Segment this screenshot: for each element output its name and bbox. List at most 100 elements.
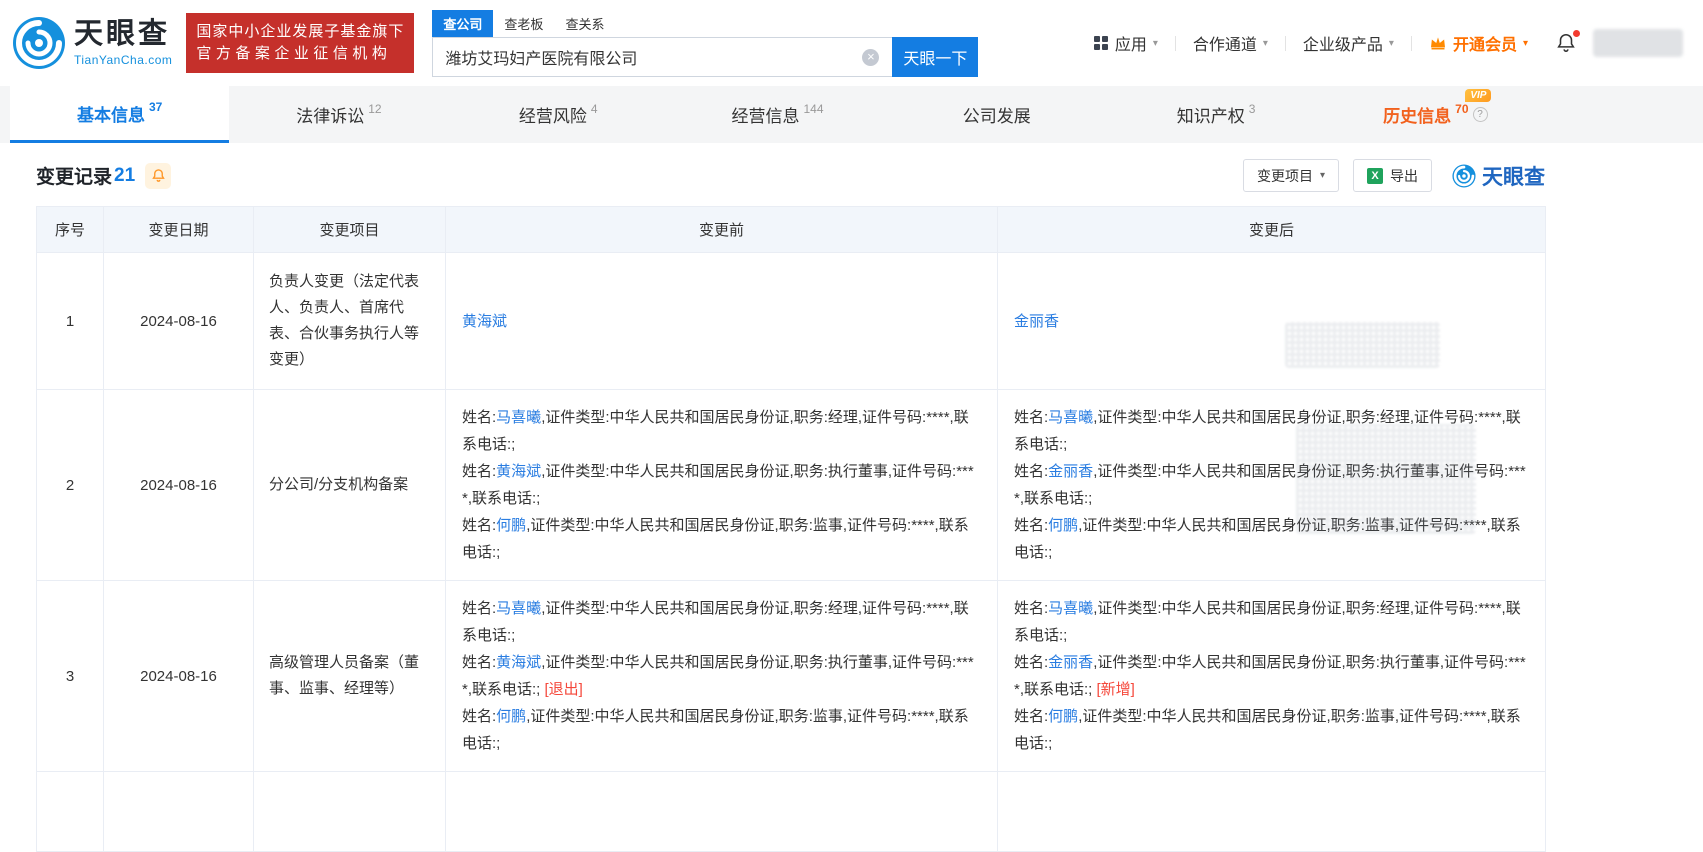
cell-date: 2024-08-16	[103, 252, 254, 390]
cell-date: 2024-08-16	[103, 580, 254, 772]
user-avatar[interactable]	[1593, 29, 1683, 57]
cell-no: 1	[36, 252, 104, 390]
person-record-line: 姓名:金丽香,证件类型:中华人民共和国居民身份证,职务:执行董事,证件号码:**…	[1014, 458, 1529, 512]
section-count: 21	[114, 164, 136, 186]
excel-icon: X	[1367, 167, 1383, 184]
notification-dot	[1573, 30, 1580, 37]
tab-intellectual-property[interactable]: 知识产权 3	[1106, 86, 1325, 143]
tab-count: 37	[148, 100, 163, 114]
change-status-tag: [新增]	[1096, 681, 1135, 698]
certification-badge-line2: 官方备案企业征信机构	[196, 45, 392, 62]
cell-before: 姓名:马喜曦,证件类型:中华人民共和国居民身份证,职务:经理,证件号码:****…	[445, 580, 998, 772]
person-link[interactable]: 金丽香	[1014, 313, 1059, 330]
clear-icon[interactable]: ×	[862, 48, 880, 66]
tab-business-info[interactable]: 经营信息 144	[668, 86, 887, 143]
tab-count: 70	[1455, 101, 1469, 116]
person-record-line: 姓名:黄海斌,证件类型:中华人民共和国居民身份证,职务:执行董事,证件号码:**…	[462, 649, 981, 703]
person-link[interactable]: 金丽香	[1048, 463, 1093, 480]
person-link[interactable]: 黄海斌	[496, 654, 541, 671]
search-tabs: 查公司 查老板 查关系	[432, 9, 978, 37]
person-record-line: 姓名:马喜曦,证件类型:中华人民共和国居民身份证,职务:经理,证件号码:****…	[462, 595, 981, 649]
notification-bell-icon[interactable]	[1555, 30, 1580, 54]
person-link[interactable]: 何鹏	[1048, 708, 1078, 725]
table-row: 2 2024-08-16 分公司/分支机构备案 姓名:马喜曦,证件类型:中华人民共和国…	[36, 389, 1546, 581]
change-record-table: 序号 变更日期 变更项目 变更前 变更后 1 2024-08-16 负责人变更（法定…	[36, 206, 1546, 852]
person-record-line: 金丽香	[1014, 308, 1529, 335]
cell-after: 姓名:马喜曦,证件类型:中华人民共和国居民身份证,职务:经理,证件号码:****…	[997, 389, 1546, 581]
cell-item: 分公司/分支机构备案	[253, 389, 446, 581]
person-record-line: 姓名:何鹏,证件类型:中华人民共和国居民身份证,职务:监事,证件号码:****,…	[462, 703, 981, 757]
person-link[interactable]: 金丽香	[1048, 654, 1093, 671]
nav-enterprise-products[interactable]: 企业级产品 ▾	[1286, 31, 1411, 55]
tianyancha-logo-icon	[13, 17, 65, 69]
change-table-body: 1 2024-08-16 负责人变更（法定代表人、负责人、首席代表、合伙事务执行人等…	[36, 252, 1546, 852]
chevron-down-icon: ▾	[1152, 37, 1158, 49]
chevron-down-icon: ▾	[1319, 170, 1325, 181]
search-input[interactable]	[432, 36, 893, 77]
person-link[interactable]: 何鹏	[1048, 517, 1078, 534]
col-header-no: 序号	[36, 206, 104, 253]
person-record-line: 姓名:马喜曦,证件类型:中华人民共和国居民身份证,职务:经理,证件号码:****…	[462, 404, 981, 458]
person-record-line: 姓名:何鹏,证件类型:中华人民共和国居民身份证,职务:监事,证件号码:****,…	[462, 512, 981, 566]
person-record-line: 姓名:何鹏,证件类型:中华人民共和国居民身份证,职务:监事,证件号码:****,…	[1014, 703, 1529, 757]
text-segment: 姓名:	[462, 463, 497, 480]
nav-open-vip[interactable]: 开通会员 ▾	[1412, 31, 1545, 55]
search-area: 查公司 查老板 查关系 × 天眼一下	[432, 9, 979, 77]
search-tab-relation[interactable]: 查关系	[554, 10, 615, 37]
person-link[interactable]: 黄海斌	[496, 463, 541, 480]
crown-icon	[1430, 37, 1445, 50]
col-header-after: 变更后	[997, 206, 1546, 253]
nav-apps[interactable]: 应用 ▾	[1076, 31, 1175, 55]
person-link[interactable]: 马喜曦	[1048, 409, 1093, 426]
subscribe-bell-icon[interactable]	[145, 162, 172, 189]
table-row-partial	[36, 771, 1546, 852]
text-segment: ,证件类型:中华人民共和国居民身份证,职务:监事,证件号码:****,联系电话:…	[1014, 708, 1521, 752]
apps-grid-icon	[1093, 36, 1108, 50]
person-link[interactable]: 何鹏	[496, 708, 526, 725]
change-item-filter-button[interactable]: 变更项目 ▾	[1242, 159, 1339, 192]
person-link[interactable]: 马喜曦	[496, 409, 541, 426]
site-header: 天眼查 TianYanCha.com 国家中小企业发展子基金旗下 官方备案企业征…	[0, 0, 1703, 86]
logo-domain-text: TianYanCha.com	[74, 52, 173, 67]
search-tab-boss[interactable]: 查老板	[493, 10, 554, 37]
text-segment: 姓名:	[1014, 708, 1049, 725]
text-segment: 姓名:	[462, 600, 497, 617]
person-record-line: 姓名:黄海斌,证件类型:中华人民共和国居民身份证,职务:执行董事,证件号码:**…	[462, 458, 981, 512]
cell-after: 姓名:马喜曦,证件类型:中华人民共和国居民身份证,职务:经理,证件号码:****…	[997, 580, 1546, 772]
text-segment: ,证件类型:中华人民共和国居民身份证,职务:监事,证件号码:****,联系电话:…	[1014, 517, 1521, 561]
tab-company-development[interactable]: 公司发展	[887, 86, 1106, 143]
cell-item: 负责人变更（法定代表人、负责人、首席代表、合伙事务执行人等变更）	[253, 252, 446, 390]
person-link[interactable]: 马喜曦	[496, 600, 541, 617]
text-segment: 姓名:	[462, 517, 497, 534]
table-header-row: 序号 变更日期 变更项目 变更前 变更后	[36, 206, 1546, 253]
nav-cooperation[interactable]: 合作通道 ▾	[1176, 31, 1285, 55]
text-segment: 姓名:	[462, 409, 497, 426]
tab-legal-litigation[interactable]: 法律诉讼 12	[229, 86, 448, 143]
company-tabbar: 基本信息 37 法律诉讼 12 经营风险 4 经营信息 144 公司发展 知识产…	[0, 86, 1703, 143]
text-segment: ,证件类型:中华人民共和国居民身份证,职务:监事,证件号码:****,联系电话:…	[462, 517, 969, 561]
question-icon[interactable]: ?	[1472, 107, 1488, 122]
person-link[interactable]: 黄海斌	[462, 313, 507, 330]
text-segment: 姓名:	[1014, 409, 1049, 426]
tab-basic-info[interactable]: 基本信息 37	[10, 86, 230, 143]
cell-before: 黄海斌	[445, 252, 998, 390]
tab-count: 12	[368, 101, 382, 116]
text-segment: 姓名:	[1014, 463, 1049, 480]
text-segment: 姓名:	[462, 654, 497, 671]
cell-before: 姓名:马喜曦,证件类型:中华人民共和国居民身份证,职务:经理,证件号码:****…	[445, 389, 998, 581]
tab-business-risk[interactable]: 经营风险 4	[449, 86, 668, 143]
chevron-down-icon: ▾	[1388, 37, 1394, 49]
export-button[interactable]: X 导出	[1353, 159, 1432, 192]
col-header-date: 变更日期	[103, 206, 254, 253]
cell-after: 金丽香	[997, 252, 1546, 390]
person-link[interactable]: 马喜曦	[1048, 600, 1093, 617]
search-button[interactable]: 天眼一下	[892, 36, 979, 77]
person-record-line: 姓名:马喜曦,证件类型:中华人民共和国居民身份证,职务:经理,证件号码:****…	[1014, 595, 1529, 649]
person-link[interactable]: 何鹏	[496, 517, 526, 534]
change-record-section-head: 变更记录 21 变更项目 ▾ X 导出 天眼查	[0, 143, 1703, 206]
section-title: 变更记录	[36, 167, 113, 188]
search-tab-company[interactable]: 查公司	[432, 9, 494, 37]
col-header-before: 变更前	[445, 206, 998, 253]
tab-history-info[interactable]: VIP 历史信息 70 ?	[1326, 86, 1545, 143]
tianyancha-logo[interactable]: 天眼查 TianYanCha.com	[12, 16, 172, 70]
